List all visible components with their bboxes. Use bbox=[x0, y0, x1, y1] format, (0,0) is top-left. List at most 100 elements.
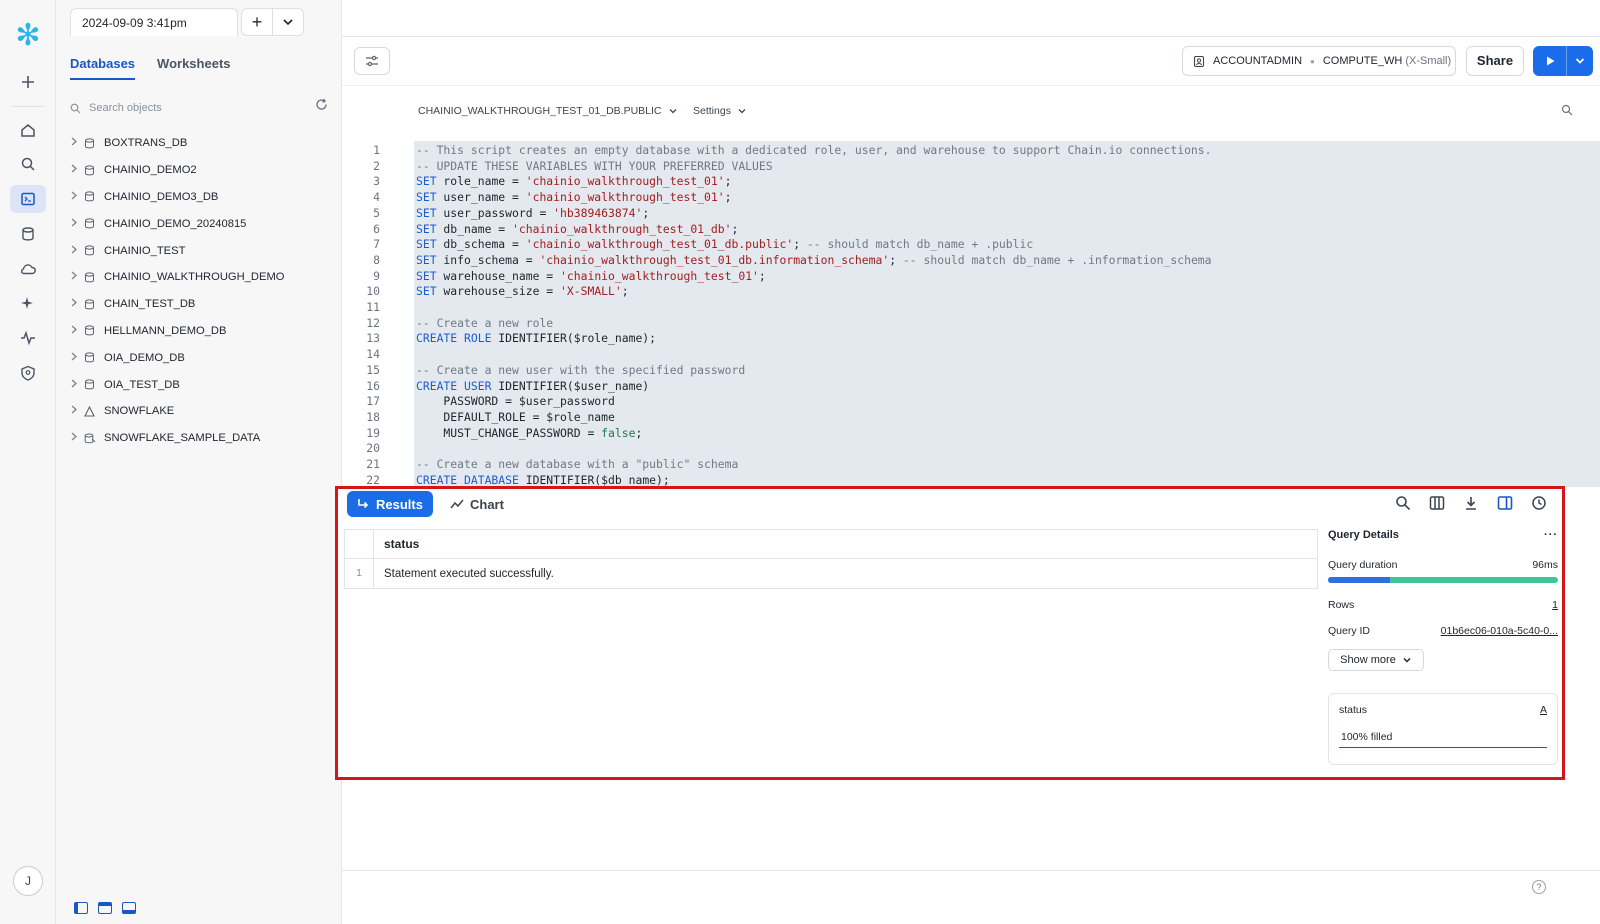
new-worksheet-button[interactable]: + bbox=[241, 8, 273, 36]
tab-results[interactable]: Results bbox=[347, 491, 433, 517]
code-token: IDENTIFIER($role_name); bbox=[491, 331, 657, 346]
database-item[interactable]: CHAINIO_DEMO3_DB bbox=[70, 184, 332, 211]
database-item[interactable]: BOXTRANS_DB bbox=[70, 130, 332, 157]
toggle-results-icon[interactable] bbox=[122, 902, 136, 914]
query-id-value[interactable]: 01b6ec06-010a-5c40-0... bbox=[1441, 625, 1558, 637]
worksheet-tab[interactable]: 2024-09-09 3:41pm bbox=[70, 8, 238, 36]
code-token: SET bbox=[416, 237, 437, 252]
database-icon bbox=[84, 433, 102, 444]
code-token: db_name = bbox=[436, 221, 513, 236]
database-item[interactable]: CHAINIO_DEMO2 bbox=[70, 157, 332, 184]
create-icon[interactable] bbox=[10, 68, 46, 96]
ai-sparkle-icon[interactable] bbox=[10, 289, 46, 317]
database-item[interactable]: CHAINIO_DEMO_20240815 bbox=[70, 210, 332, 237]
chevron-right-icon[interactable] bbox=[70, 298, 84, 310]
column-header-status[interactable]: status bbox=[374, 537, 419, 551]
run-options-chevron-icon[interactable] bbox=[1567, 46, 1593, 76]
code-token: SET bbox=[416, 252, 437, 267]
home-icon[interactable] bbox=[10, 116, 46, 144]
user-avatar[interactable]: J bbox=[13, 866, 43, 896]
editor-search-icon[interactable] bbox=[1561, 103, 1573, 121]
share-button[interactable]: Share bbox=[1466, 46, 1524, 76]
results-table: status 1 Statement executed successfully… bbox=[344, 529, 1318, 589]
code-text: CREATE ROLE IDENTIFIER($role_name); bbox=[416, 330, 656, 346]
more-options-icon[interactable]: ··· bbox=[1544, 529, 1558, 541]
rows-label: Rows bbox=[1328, 599, 1355, 611]
code-token: -- UPDATE THESE VARIABLES WITH YOUR PREF… bbox=[416, 158, 773, 173]
database-item[interactable]: OIA_DEMO_DB bbox=[70, 344, 332, 371]
chevron-right-icon[interactable] bbox=[70, 432, 84, 444]
tab-chart[interactable]: Chart bbox=[450, 491, 504, 517]
database-icon bbox=[84, 165, 102, 176]
query-duration-compile-segment bbox=[1328, 577, 1391, 583]
text-type-icon: A bbox=[1539, 704, 1547, 716]
split-view-icon[interactable] bbox=[1496, 494, 1514, 512]
table-cell[interactable]: Statement executed successfully. bbox=[374, 568, 554, 580]
table-row[interactable]: 1 Statement executed successfully. bbox=[345, 559, 1317, 588]
database-item[interactable]: SNOWFLAKE_SAMPLE_DATA bbox=[70, 425, 332, 452]
filled-percentage: 100% filled bbox=[1339, 731, 1547, 748]
database-name: HELLMANN_DEMO_DB bbox=[104, 324, 227, 337]
code-token: ; bbox=[731, 221, 739, 236]
settings-dropdown[interactable]: Settings bbox=[693, 105, 747, 117]
sql-editor[interactable]: 1 -- This script creates an empty databas… bbox=[342, 141, 1600, 487]
column-name: status bbox=[1339, 704, 1368, 716]
search-icon[interactable] bbox=[1394, 494, 1412, 512]
chevron-right-icon[interactable] bbox=[70, 379, 84, 391]
database-name: OIA_TEST_DB bbox=[104, 378, 180, 391]
tab-worksheets[interactable]: Worksheets bbox=[157, 56, 230, 80]
search-objects-input[interactable]: Search objects bbox=[70, 98, 328, 118]
role-icon bbox=[1193, 55, 1205, 67]
line-number: 2 bbox=[373, 158, 380, 173]
database-item[interactable]: CHAINIO_WALKTHROUGH_DEMO bbox=[70, 264, 332, 291]
line-number: 22 bbox=[366, 472, 380, 487]
data-icon[interactable] bbox=[10, 220, 46, 248]
table-header-row: status bbox=[345, 529, 1317, 559]
cloud-icon[interactable] bbox=[10, 255, 46, 283]
code-token: 'X-SMALL' bbox=[560, 284, 622, 299]
tab-databases[interactable]: Databases bbox=[70, 56, 136, 80]
filter-settings-icon[interactable] bbox=[354, 47, 390, 75]
database-name: OIA_DEMO_DB bbox=[104, 351, 185, 364]
admin-shield-icon[interactable] bbox=[10, 359, 46, 387]
code-text: SET user_password = 'hb389463874'; bbox=[416, 205, 649, 221]
chevron-right-icon[interactable] bbox=[70, 164, 84, 176]
columns-icon[interactable] bbox=[1428, 494, 1446, 512]
database-schema-selector[interactable]: CHAINIO_WALKTHROUGH_TEST_01_DB.PUBLIC bbox=[418, 105, 678, 117]
chevron-right-icon[interactable] bbox=[70, 271, 84, 283]
database-item[interactable]: HELLMANN_DEMO_DB bbox=[70, 318, 332, 345]
rows-value[interactable]: 1 bbox=[1552, 599, 1558, 611]
toggle-editor-icon[interactable] bbox=[98, 902, 112, 914]
row-number: 1 bbox=[345, 559, 374, 588]
chevron-right-icon[interactable] bbox=[70, 191, 84, 203]
play-icon[interactable] bbox=[1533, 46, 1567, 76]
chevron-right-icon[interactable] bbox=[70, 218, 84, 230]
code-token: 'chainio_walkthrough_test_01' bbox=[560, 268, 759, 283]
help-icon[interactable]: ? bbox=[1532, 880, 1546, 894]
database-item[interactable]: SNOWFLAKE bbox=[70, 398, 332, 425]
line-number: 7 bbox=[373, 237, 380, 252]
download-icon[interactable] bbox=[1462, 494, 1480, 512]
snowflake-logo-icon[interactable]: ✻ bbox=[12, 20, 44, 52]
worksheets-icon[interactable] bbox=[10, 185, 46, 213]
code-token: SET bbox=[416, 205, 437, 220]
chevron-right-icon[interactable] bbox=[70, 352, 84, 364]
code-token: ; bbox=[758, 268, 766, 283]
role-warehouse-selector[interactable]: ACCOUNTADMIN ● COMPUTE_WH (X-Small) bbox=[1182, 46, 1456, 76]
history-clock-icon[interactable] bbox=[1530, 494, 1548, 512]
column-stats-card[interactable]: status A 100% filled bbox=[1328, 693, 1558, 765]
chevron-right-icon[interactable] bbox=[70, 137, 84, 149]
chevron-right-icon[interactable] bbox=[70, 325, 84, 337]
activity-icon[interactable] bbox=[10, 324, 46, 352]
refresh-icon[interactable] bbox=[315, 98, 328, 114]
database-item[interactable]: CHAINIO_TEST bbox=[70, 237, 332, 264]
run-button[interactable] bbox=[1533, 46, 1593, 76]
database-item[interactable]: CHAIN_TEST_DB bbox=[70, 291, 332, 318]
worksheet-menu-chevron-icon[interactable] bbox=[272, 8, 304, 36]
database-item[interactable]: OIA_TEST_DB bbox=[70, 371, 332, 398]
search-icon[interactable] bbox=[10, 150, 46, 178]
toggle-sidebar-icon[interactable] bbox=[74, 902, 88, 914]
show-more-button[interactable]: Show more bbox=[1328, 649, 1424, 671]
chevron-right-icon[interactable] bbox=[70, 245, 84, 257]
chevron-right-icon[interactable] bbox=[70, 405, 84, 417]
